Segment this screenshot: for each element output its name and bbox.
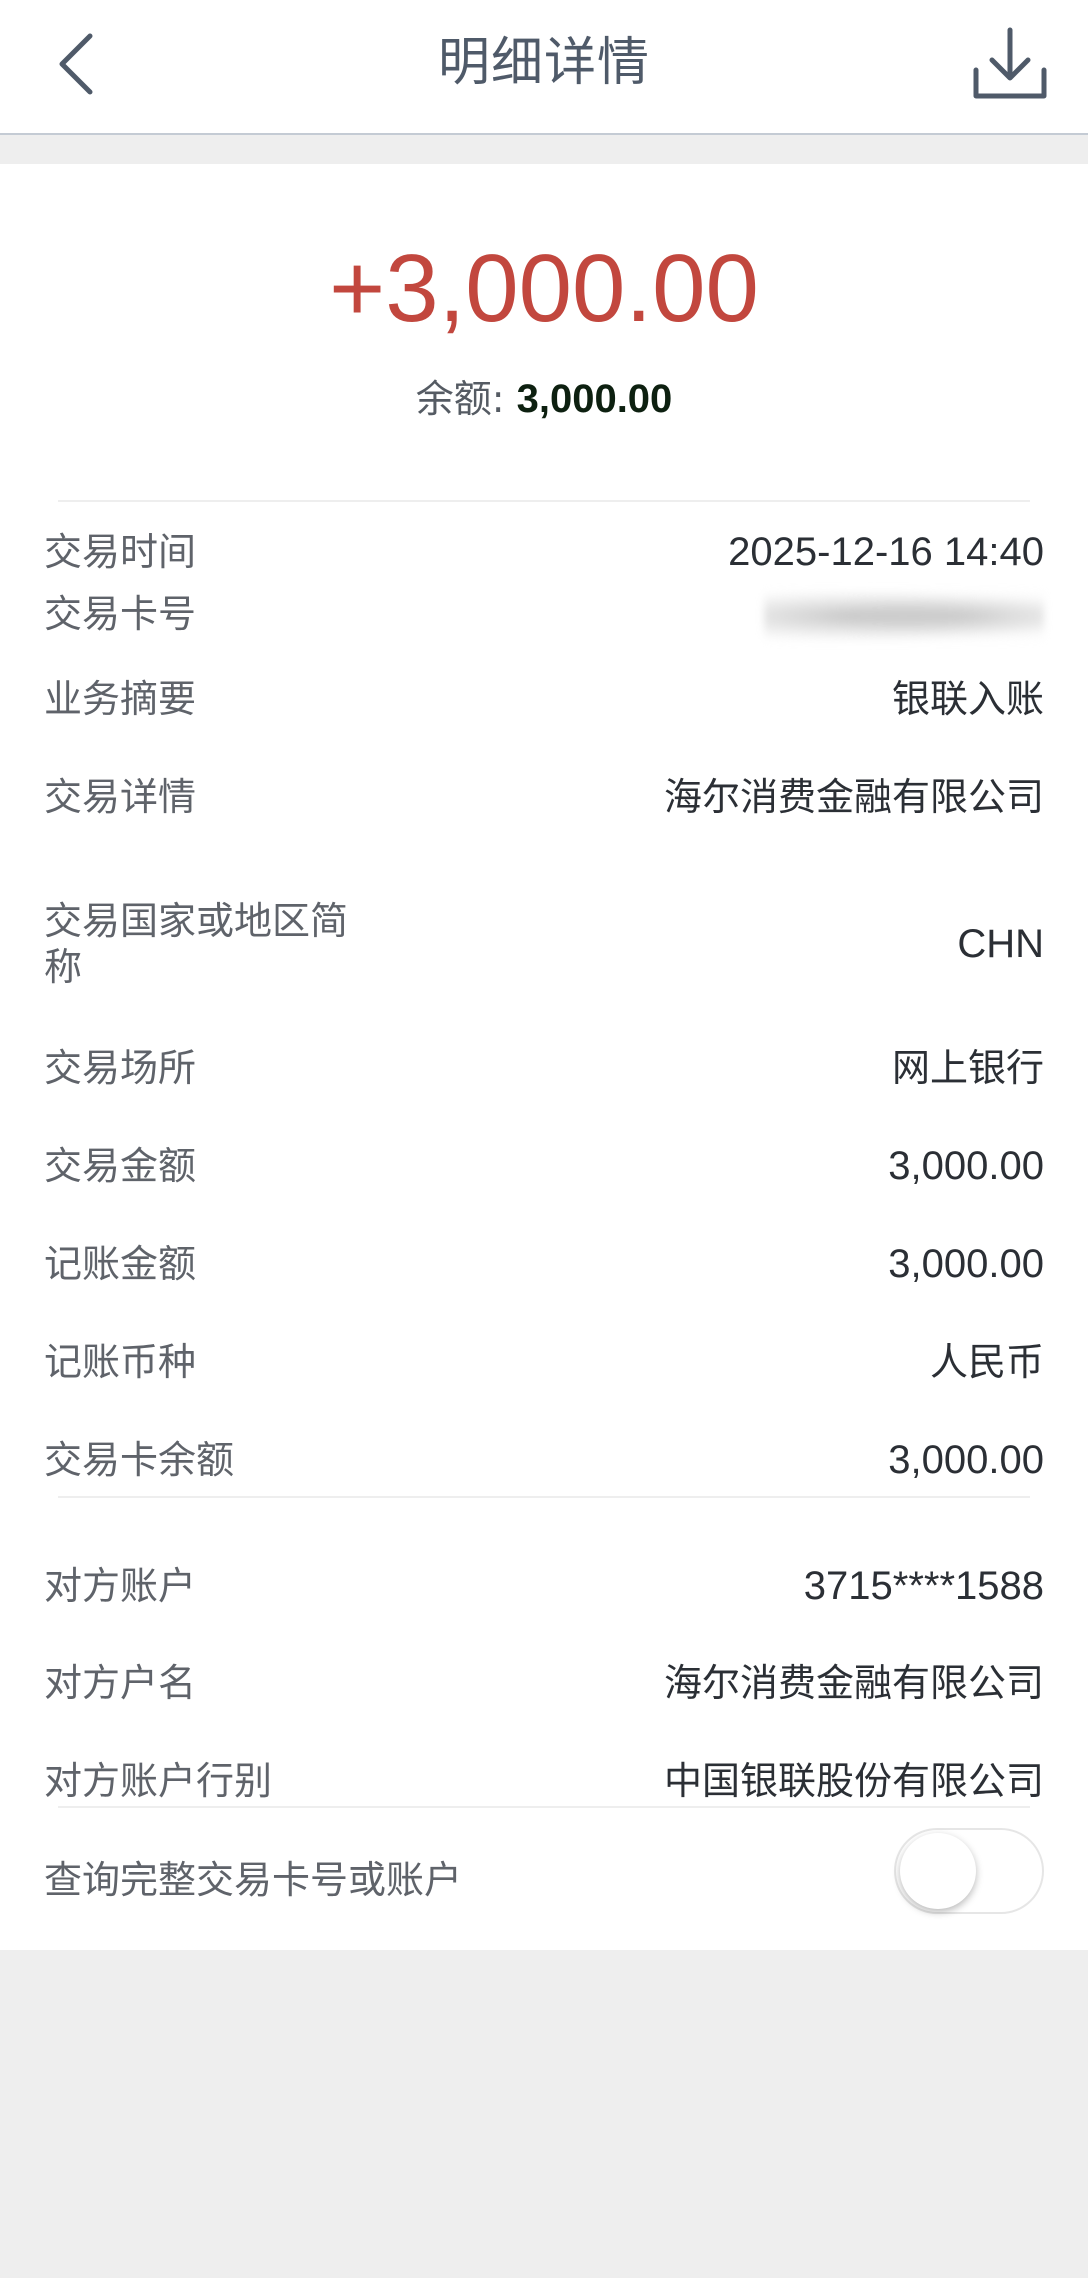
row-label: 对方户名 (44, 1661, 197, 1705)
detail-row-counterparty-account: 对方账户 3715****1588 (44, 1562, 1044, 1610)
row-value: 海尔消费金融有限公司 (663, 775, 1044, 819)
row-value: 银联入账 (891, 677, 1044, 721)
transaction-amount: +3,000.00 (329, 235, 759, 342)
row-label: 对方账户行别 (44, 1759, 273, 1803)
detail-row-time: 交易时间 2025-12-16 14:40 (44, 528, 1044, 576)
row-value: 中国银联股份有限公司 (663, 1759, 1044, 1803)
row-label: 记账币种 (44, 1340, 197, 1384)
divider (58, 500, 1030, 502)
detail-row-counterparty-name: 对方户名 海尔消费金融有限公司 (44, 1659, 1044, 1707)
row-value: CHN (957, 922, 1044, 966)
row-value: 人民币 (929, 1340, 1044, 1384)
detail-row-currency: 记账币种 人民币 (44, 1338, 1044, 1386)
row-label: 交易国家或地区简称 (44, 899, 349, 989)
full-card-toggle-label: 查询完整交易卡号或账户 (44, 1858, 463, 1902)
divider (58, 1806, 1030, 1808)
detail-row-card-number: 交易卡号 (44, 578, 1044, 658)
row-label: 交易卡余额 (44, 1438, 235, 1482)
row-value: 3715****1588 (803, 1564, 1044, 1608)
full-card-toggle-switch[interactable] (894, 1828, 1044, 1914)
transaction-detail-card: +3,000.00 余额: 3,000.00 交易时间 2025-12-16 1… (0, 164, 1088, 1950)
detail-row-booked-amount: 记账金额 3,000.00 (44, 1240, 1044, 1288)
detail-row-country: 交易国家或地区简称 CHN (44, 898, 1044, 990)
detail-row-txn-amount: 交易金额 3,000.00 (44, 1142, 1044, 1190)
row-label: 交易详情 (44, 775, 197, 819)
row-value: 海尔消费金融有限公司 (663, 1661, 1044, 1705)
row-label: 记账金额 (44, 1242, 197, 1286)
page-title: 明细详情 (437, 33, 650, 93)
app-header: 明细详情 (0, 0, 1088, 135)
detail-row-counterparty-bank: 对方账户行别 中国银联股份有限公司 (44, 1757, 1044, 1805)
row-label: 交易卡号 (44, 592, 197, 636)
row-label: 交易时间 (44, 530, 197, 574)
detail-row-card-balance: 交易卡余额 3,000.00 (44, 1436, 1044, 1484)
row-value: 3,000.00 (888, 1242, 1044, 1286)
toggle-knob (900, 1833, 976, 1909)
masked-card-number (764, 590, 1044, 642)
detail-row-detail: 交易详情 海尔消费金融有限公司 (44, 773, 1044, 821)
balance-label: 余额: (415, 377, 517, 421)
balance-line: 余额: 3,000.00 (0, 374, 1088, 424)
download-icon (973, 27, 1047, 99)
row-value: 3,000.00 (888, 1438, 1044, 1482)
detail-row-summary: 业务摘要 银联入账 (44, 675, 1044, 723)
row-value: 2025-12-16 14:40 (728, 530, 1044, 574)
balance-value: 3,000.00 (516, 377, 673, 421)
row-label: 对方账户 (44, 1564, 197, 1608)
download-button[interactable] (968, 22, 1052, 106)
divider (58, 1496, 1030, 1498)
row-label: 交易场所 (44, 1046, 197, 1090)
row-value: 网上银行 (891, 1046, 1044, 1090)
row-value: 3,000.00 (888, 1144, 1044, 1188)
row-label: 交易金额 (44, 1144, 197, 1188)
row-label: 业务摘要 (44, 677, 197, 721)
detail-row-venue: 交易场所 网上银行 (44, 1044, 1044, 1092)
